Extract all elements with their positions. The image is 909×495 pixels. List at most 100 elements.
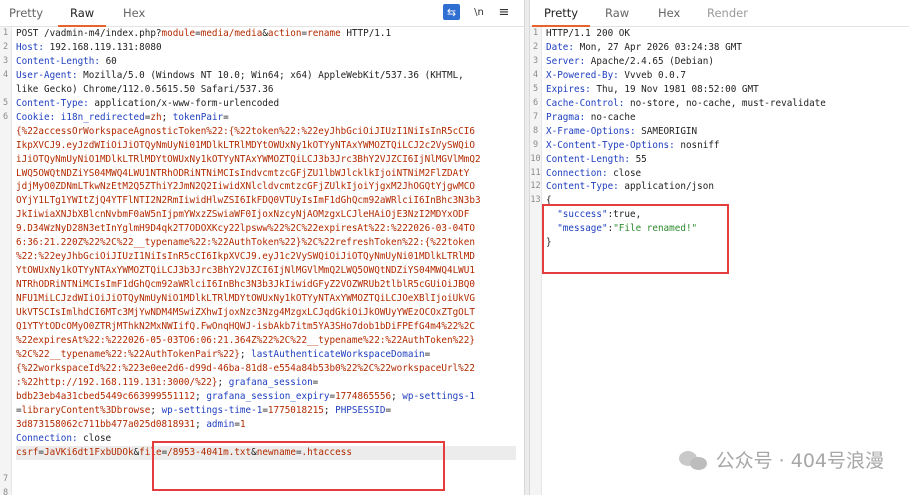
- code-line[interactable]: LWQ5OWQtNDZiYS04MWQ4LWU1NTRhODRiNTNiMCIs…: [16, 167, 516, 181]
- code-line[interactable]: 3d873158062c711bb477a025d0818931; admin=…: [16, 418, 516, 432]
- code-line[interactable]: IkpXVCJ9.eyJzdWIiOiJiOTQyNmUyNi01MDlkLTR…: [16, 139, 516, 153]
- code-token: application/x-www-form-urlencoded: [94, 97, 280, 109]
- code-token: X-Frame-Options:: [546, 125, 642, 137]
- code-token: wp-settings-time-1: [161, 404, 263, 416]
- code-line[interactable]: JkIiwiaXNJbXBlcnNvbmF0aW5nIjpmYWxzZSwiaW…: [16, 208, 516, 222]
- code-token: lastAuthenticateWorkspaceDomain: [251, 348, 425, 360]
- tab-hex[interactable]: Hex: [658, 6, 680, 20]
- code-token: ;: [150, 404, 162, 416]
- code-token: close: [83, 432, 112, 444]
- code-token: application/json: [624, 181, 714, 193]
- code-line[interactable]: %22expiresAt%22:%222026-05-03TO6:06:21.3…: [16, 334, 516, 348]
- highlight-box-json: [542, 204, 729, 274]
- code-token: Content-Type:: [16, 97, 95, 109]
- code-line[interactable]: Content-Type: application/json: [546, 180, 902, 194]
- code-token: ;: [161, 111, 173, 123]
- tab-raw[interactable]: Raw: [605, 6, 629, 20]
- code-line[interactable]: %2C%22__typename%22:%22AuthTokenPair%22}…: [16, 348, 516, 362]
- code-line[interactable]: jdjMyO0ZDNmLTkwNzEtM2Q5ZThiY2JmN2Q2Iiwid…: [16, 180, 516, 194]
- code-line[interactable]: X-Content-Type-Options: nosniff: [546, 139, 902, 153]
- code-token: 55: [635, 153, 647, 165]
- code-token: :%22http://192.168.119.131:3000/%22}: [16, 376, 218, 388]
- code-token: YtOWUxNy1kOTYyNTAxYWMOZTQiLCJ3b3Jrc3BhY2…: [16, 265, 475, 277]
- code-line[interactable]: like Gecko) Chrome/112.0.5615.50 Safari/…: [16, 83, 516, 97]
- code-token: Mozilla/5.0 (Windows NT 10.0; Win64; x64…: [83, 69, 464, 81]
- code-line[interactable]: NFU1MiLCJzdWIiOiJiOTQyNmUyNiO1MDlkLTRlMD…: [16, 292, 516, 306]
- line-number: 6: [532, 97, 539, 108]
- code-token: %22expiresAt%22:%222026-05-03TO6:06:21.3…: [16, 334, 475, 346]
- code-line[interactable]: {%22accessOrWorkspaceAgnosticToken%22:{%…: [16, 125, 516, 139]
- code-line[interactable]: Pragma: no-cache: [546, 111, 902, 125]
- code-line[interactable]: Q1YTYtODcOMyO0ZTRjMThkN2MxNWIifQ.FwOnqHQ…: [16, 320, 516, 334]
- code-line[interactable]: X-Frame-Options: SAMEORIGIN: [546, 125, 902, 139]
- code-line[interactable]: Host: 192.168.119.131:8080: [16, 41, 516, 55]
- code-line[interactable]: Content-Type: application/x-www-form-url…: [16, 97, 516, 111]
- tab-pretty[interactable]: Pretty: [9, 6, 43, 20]
- code-token: wp-settings-1: [402, 390, 476, 402]
- newline-icon[interactable]: \n: [470, 4, 488, 20]
- code-token: ;: [217, 376, 229, 388]
- request-editor[interactable]: 1 2 3 4 5 6 7 8 POST /vadmin-m4/index.php?modul…: [0, 27, 524, 495]
- code-line[interactable]: = libraryContent%3Dbrowse; wp-settings-ti…: [16, 404, 516, 418]
- code-token: 9.D34WzNyD28N3etInYglmH9D4qk2T7ODOXKcy22…: [16, 223, 475, 235]
- line-number: 9: [532, 139, 539, 150]
- code-line[interactable]: Content-Length: 60: [16, 55, 516, 69]
- code-line[interactable]: 9.D34WzNyD28N3etInYglmH9D4qk2T7ODOXKcy22…: [16, 222, 516, 236]
- code-token: Pragma:: [546, 111, 591, 123]
- code-line[interactable]: NTRhODRiNTNiMCIsImF1dGhQcm92aWRlciI6InBh…: [16, 278, 516, 292]
- code-line[interactable]: %22:%22eyJhbGciOiJIUzI1NiIsInR5cCI6IkpXV…: [16, 250, 516, 264]
- code-token: 1: [239, 418, 246, 430]
- request-tabs: Pretty Raw Hex ⇆ \n ≡: [0, 0, 524, 27]
- code-token: Date:: [546, 41, 580, 53]
- code-token: like Gecko) Chrome/112.0.5615.50 Safari/…: [16, 83, 274, 95]
- line-number: 3: [532, 55, 539, 66]
- code-token: X-Content-Type-Options:: [546, 139, 681, 151]
- code-line[interactable]: Cookie: i18n_redirected=zh; tokenPair=: [16, 111, 516, 125]
- code-line[interactable]: 6:36:21.220Z%22%2C%22__typename%22:%22Au…: [16, 236, 516, 250]
- code-line[interactable]: X-Powered-By: Vvveb 0.0.7: [546, 69, 902, 83]
- line-number: 13: [530, 195, 541, 206]
- code-line[interactable]: UkVTSCIsImlhdCI6MTc3MjYwNDM4MSwiZXhwIjox…: [16, 306, 516, 320]
- code-token: 3d873158062c711bb477a025d0818931: [16, 418, 196, 430]
- code-line[interactable]: iJiOTQyNmUyNiO1MDlkLTRlMDYtOWUxNy1kOTYyN…: [16, 153, 516, 167]
- request-lines[interactable]: POST /vadmin-m4/index.php?module = media/m…: [16, 27, 516, 460]
- code-token: Content-Type:: [546, 181, 625, 193]
- code-line[interactable]: Connection: close: [546, 167, 902, 181]
- code-token: NTRhODRiNTNiMCIsImF1dGhQcm92aWRlciI6InBh…: [16, 279, 475, 291]
- code-line[interactable]: {%22workspaceId%22:%223e0ee2d6-d99d-46ba…: [16, 362, 516, 376]
- code-token: Connection:: [546, 167, 614, 179]
- code-line[interactable]: Expires: Thu, 19 Nov 1981 08:52:00 GMT: [546, 83, 902, 97]
- wrap-lines-icon[interactable]: ⇆: [443, 4, 460, 20]
- line-number: 11: [530, 167, 541, 178]
- code-line[interactable]: Date: Mon, 27 Apr 2026 03:24:38 GMT: [546, 41, 902, 55]
- code-line[interactable]: User-Agent: Mozilla/5.0 (Windows NT 10.0…: [16, 69, 516, 83]
- code-token: ;: [239, 348, 252, 360]
- menu-icon[interactable]: ≡: [497, 4, 511, 20]
- code-token: no-store, no-cache, must-revalidate: [629, 97, 826, 109]
- code-line[interactable]: Cache-Control: no-store, no-cache, must-…: [546, 97, 902, 111]
- code-token: IkpXVCJ9.eyJzdWIiOiJiOTQyNmUyNi01MDlkLTR…: [16, 139, 475, 151]
- code-line[interactable]: OYjY1LTg1YWItZjQ4YTFlNTI2N2RmIiwidHlwZSI…: [16, 194, 516, 208]
- code-line[interactable]: bdb23eb4a31cbed5449c663999551112; grafan…: [16, 390, 516, 404]
- code-line[interactable]: HTTP/1.1 200 OK: [546, 27, 902, 41]
- code-token: {%22workspaceId%22:%223e0ee2d6-d99d-46ba…: [16, 362, 475, 374]
- tab-pretty[interactable]: Pretty: [531, 6, 591, 27]
- code-line[interactable]: YtOWUxNy1kOTYyNTAxYWMOZTQiLCJ3b3Jrc3BhY2…: [16, 264, 516, 278]
- highlight-box-body: [152, 441, 445, 491]
- code-line[interactable]: :%22http://192.168.119.131:3000/%22}; gr…: [16, 376, 516, 390]
- code-token: Cookie:: [16, 111, 61, 123]
- line-number: 1: [532, 28, 539, 38]
- code-line[interactable]: Content-Length: 55: [546, 153, 902, 167]
- tab-raw[interactable]: Raw: [57, 6, 107, 27]
- code-token: User-Agent:: [16, 69, 84, 81]
- code-line[interactable]: Server: Apache/2.4.65 (Debian): [546, 55, 902, 69]
- tab-render[interactable]: Render: [707, 6, 748, 20]
- tab-hex[interactable]: Hex: [123, 6, 145, 20]
- line-number: 5: [2, 97, 9, 108]
- code-line[interactable]: POST /vadmin-m4/index.php?module=media/m…: [16, 27, 516, 41]
- code-token: 6:36:21.220Z%22%2C%22__typename%22:%22Au…: [16, 237, 475, 249]
- code-token: JkIiwiaXNJbXBlcnNvbmF0aW5nIjpmYWxzZSwiaW…: [16, 209, 470, 221]
- code-token: ;: [195, 418, 207, 430]
- code-token: ;: [391, 390, 403, 402]
- line-number: 4: [2, 69, 9, 80]
